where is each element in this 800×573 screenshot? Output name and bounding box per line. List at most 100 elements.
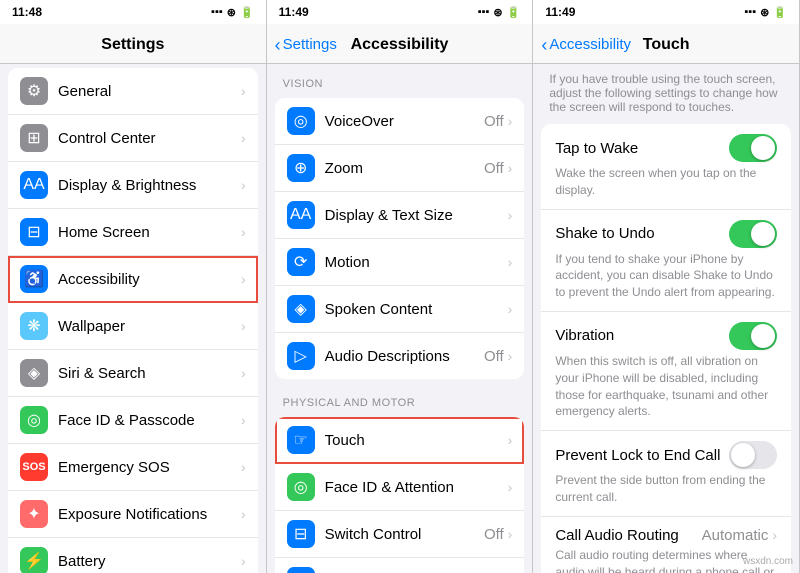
label-motion: Motion <box>325 254 508 271</box>
label-battery: Battery <box>58 553 241 570</box>
label-general: General <box>58 83 241 100</box>
acc-item-spoken[interactable]: ◈ Spoken Content › <box>275 286 525 333</box>
settings-item-display[interactable]: AA Display & Brightness › <box>8 162 258 209</box>
label-accessibility: Accessibility <box>58 271 241 288</box>
settings-item-faceid[interactable]: ◎ Face ID & Passcode › <box>8 397 258 444</box>
settings-item-battery[interactable]: ⚡ Battery › <box>8 538 258 573</box>
chevron-audio-desc: › <box>508 348 513 364</box>
section-header-physical-and-motor: PHYSICAL AND MOTOR <box>267 383 533 413</box>
status-bar-3: 11:49 ▪▪▪⊛🔋 <box>533 0 799 24</box>
icon-spoken: ◈ <box>287 295 315 323</box>
settings-list: ⚙ General › ⊞ Control Center › AA Displa… <box>0 64 266 573</box>
chevron-siri: › <box>241 365 246 381</box>
acc-item-voice-control[interactable]: ◈ Voice Control Off › <box>275 558 525 573</box>
chevron-faceid: › <box>241 412 246 428</box>
chevron-motion: › <box>508 254 513 270</box>
chevron-display: › <box>241 177 246 193</box>
touch-item-prevent-lock[interactable]: Prevent Lock to End Call Prevent the sid… <box>541 431 791 517</box>
back-button-3[interactable]: ‹ Accessibility <box>541 36 631 54</box>
label-zoom: Zoom <box>325 160 484 177</box>
chevron-general: › <box>241 83 246 99</box>
icon-faceid: ◎ <box>20 406 48 434</box>
chevron-home-screen: › <box>241 224 246 240</box>
touch-item-shake-to-undo[interactable]: Shake to Undo If you tend to shake your … <box>541 210 791 312</box>
section-header-vision: VISION <box>267 64 533 94</box>
settings-item-general[interactable]: ⚙ General › <box>8 68 258 115</box>
acc-item-voiceover[interactable]: ◎ VoiceOver Off › <box>275 98 525 145</box>
chevron-display-text: › <box>508 207 513 223</box>
right-vibration <box>729 322 777 350</box>
row-vibration: Vibration <box>555 322 777 350</box>
toggle-vibration[interactable] <box>729 322 777 350</box>
label-display: Display & Brightness <box>58 177 241 194</box>
label-audio-desc: Audio Descriptions <box>325 348 484 365</box>
chevron-voiceover: › <box>508 113 513 129</box>
chevron-emergency-sos: › <box>241 459 246 475</box>
settings-item-home-screen[interactable]: ⊟ Home Screen › <box>8 209 258 256</box>
value-call-audio: Automatic <box>702 527 769 544</box>
row-shake-to-undo: Shake to Undo <box>555 220 777 248</box>
back-chevron-2: ‹ <box>275 36 281 54</box>
acc-item-touch[interactable]: ☞ Touch › <box>275 417 525 464</box>
acc-item-face-attention[interactable]: ◎ Face ID & Attention › <box>275 464 525 511</box>
icon-voiceover: ◎ <box>287 107 315 135</box>
back-label-2: Settings <box>283 36 337 53</box>
settings-item-exposure[interactable]: ✦ Exposure Notifications › <box>8 491 258 538</box>
touch-item-vibration[interactable]: Vibration When this switch is off, all v… <box>541 312 791 431</box>
icon-siri: ◈ <box>20 359 48 387</box>
chevron-battery: › <box>241 553 246 569</box>
label-spoken: Spoken Content <box>325 301 508 318</box>
toggle-shake-to-undo[interactable] <box>729 220 777 248</box>
watermark: wsxdn.com <box>743 556 793 567</box>
right-shake-to-undo <box>729 220 777 248</box>
touch-title: Touch <box>643 36 690 54</box>
desc-shake-to-undo: If you tend to shake your iPhone by acci… <box>555 251 777 301</box>
chevron-wallpaper: › <box>241 318 246 334</box>
desc-vibration: When this switch is off, all vibration o… <box>555 353 777 420</box>
touch-content: If you have trouble using the touch scre… <box>533 64 799 573</box>
settings-title: Settings <box>101 36 164 54</box>
label-face-attention: Face ID & Attention <box>325 479 508 496</box>
back-chevron-3: ‹ <box>541 36 547 54</box>
back-button-2[interactable]: ‹ Settings <box>275 36 337 54</box>
acc-item-audio-desc[interactable]: ▷ Audio Descriptions Off › <box>275 333 525 379</box>
right-tap-to-wake <box>729 134 777 162</box>
chevron-accessibility: › <box>241 271 246 287</box>
panel-accessibility: 11:49 ▪▪▪⊛🔋 ‹ Settings Accessibility VIS… <box>267 0 534 573</box>
icon-emergency-sos: SOS <box>20 453 48 481</box>
icon-switch-control: ⊟ <box>287 520 315 548</box>
chevron-call-audio: › <box>772 527 777 543</box>
settings-item-accessibility[interactable]: ♿ Accessibility › <box>8 256 258 303</box>
icon-accessibility: ♿ <box>20 265 48 293</box>
status-icons-2: ▪▪▪⊛🔋 <box>478 6 521 19</box>
toggle-prevent-lock[interactable] <box>729 441 777 469</box>
icon-touch: ☞ <box>287 426 315 454</box>
right-call-audio: Automatic› <box>702 527 777 544</box>
touch-item-tap-to-wake[interactable]: Tap to Wake Wake the screen when you tap… <box>541 124 791 210</box>
time-2: 11:49 <box>279 5 309 19</box>
label-voiceover: VoiceOver <box>325 113 484 130</box>
acc-item-display-text[interactable]: AA Display & Text Size › <box>275 192 525 239</box>
icon-display-text: AA <box>287 201 315 229</box>
acc-item-zoom[interactable]: ⊕ Zoom Off › <box>275 145 525 192</box>
settings-item-siri[interactable]: ◈ Siri & Search › <box>8 350 258 397</box>
nav-bar-3: ‹ Accessibility Touch <box>533 24 799 64</box>
settings-item-control-center[interactable]: ⊞ Control Center › <box>8 115 258 162</box>
status-icons-3: ▪▪▪⊛🔋 <box>744 6 787 19</box>
label-wallpaper: Wallpaper <box>58 318 241 335</box>
settings-item-wallpaper[interactable]: ❋ Wallpaper › <box>8 303 258 350</box>
label-siri: Siri & Search <box>58 365 241 382</box>
row-call-audio: Call Audio Routing Automatic› <box>555 527 777 544</box>
chevron-exposure: › <box>241 506 246 522</box>
chevron-touch: › <box>508 432 513 448</box>
nav-bar-2: ‹ Settings Accessibility <box>267 24 533 64</box>
label-display-text: Display & Text Size <box>325 207 508 224</box>
touch-section: Tap to Wake Wake the screen when you tap… <box>541 124 791 573</box>
icon-face-attention: ◎ <box>287 473 315 501</box>
settings-item-emergency-sos[interactable]: SOS Emergency SOS › <box>8 444 258 491</box>
toggle-tap-to-wake[interactable] <box>729 134 777 162</box>
acc-item-switch-control[interactable]: ⊟ Switch Control Off › <box>275 511 525 558</box>
acc-group-physical-and-motor: ☞ Touch › ◎ Face ID & Attention › ⊟ Swit… <box>275 417 525 573</box>
acc-item-motion[interactable]: ⟳ Motion › <box>275 239 525 286</box>
label-shake-to-undo: Shake to Undo <box>555 225 654 242</box>
